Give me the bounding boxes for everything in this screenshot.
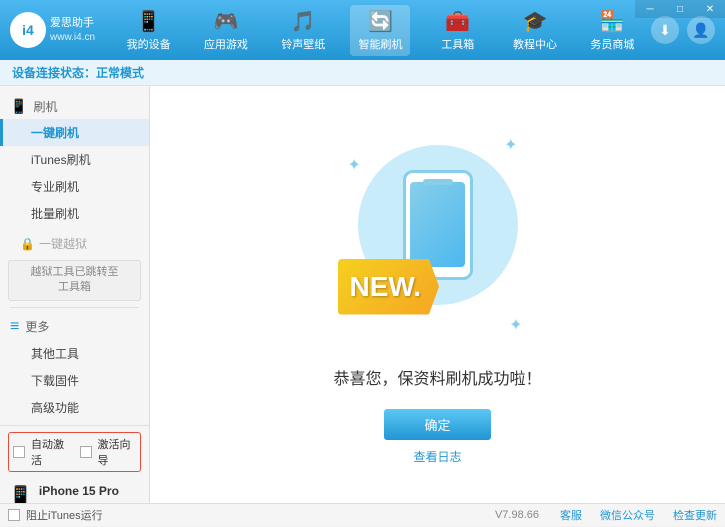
sparkle-1-icon: ✦: [504, 135, 517, 155]
nav-apps-icon: 🎮: [213, 9, 238, 34]
flash-section-icon: 📱: [10, 98, 27, 115]
window-controls: ─ □ ✕: [635, 0, 725, 18]
itunes-checkbox[interactable]: [8, 509, 20, 521]
status-bar: 设备连接状态：正常模式: [0, 60, 725, 86]
nav-business-icon: 🏪: [600, 9, 625, 34]
user-button[interactable]: 👤: [687, 16, 715, 44]
sidebar-item-other-tools[interactable]: 其他工具: [0, 340, 149, 367]
nav-toolbox[interactable]: 🧰 工具箱: [428, 5, 488, 56]
nav-my-device[interactable]: 📱 我的设备: [119, 5, 179, 56]
footer-link-service[interactable]: 客服: [560, 507, 582, 523]
itunes-label: 阻止iTunes运行: [26, 507, 103, 523]
sidebar: 📱 刷机 一键刷机 iTunes刷机 专业刷机 批量刷机 🔒 一键越狱: [0, 86, 150, 503]
device-info: 📱 iPhone 15 Pro Max 512GB iPhone: [8, 478, 141, 503]
nav-apps-games[interactable]: 🎮 应用游戏: [196, 5, 256, 56]
sidebar-item-one-key-flash[interactable]: 一键刷机: [0, 119, 149, 146]
device-details: iPhone 15 Pro Max 512GB iPhone: [39, 482, 141, 503]
device-name: iPhone 15 Pro Max: [39, 482, 141, 503]
close-button[interactable]: ✕: [695, 0, 725, 18]
sidebar-section-flash: 📱 刷机 一键刷机 iTunes刷机 专业刷机 批量刷机: [0, 94, 149, 227]
lock-icon: 🔒: [20, 237, 35, 251]
nav-business[interactable]: 🏪 务员商城: [582, 5, 642, 56]
download-button[interactable]: ⬇: [651, 16, 679, 44]
auto-activate-label: 自动激活: [31, 436, 70, 468]
version-label: V7.98.66: [495, 509, 539, 521]
logo-area: i4 爱思助手 www.i4.cn: [10, 12, 110, 48]
main-nav: 📱 我的设备 🎮 应用游戏 🎵 铃声壁纸 🔄 智能刷机 🧰 工具箱 🎓 教程中心…: [110, 5, 651, 56]
more-section-icon: ≡: [10, 318, 19, 336]
phone-notch: [423, 179, 453, 185]
logo-text: 爱思助手 www.i4.cn: [50, 16, 95, 43]
sidebar-header-jailbreak: 🔒 一键越狱: [0, 231, 149, 256]
sidebar-item-pro-flash[interactable]: 专业刷机: [0, 173, 149, 200]
main-layout: 📱 刷机 一键刷机 iTunes刷机 专业刷机 批量刷机 🔒 一键越狱: [0, 86, 725, 503]
footer-link-wechat[interactable]: 微信公众号: [600, 507, 655, 523]
nav-toolbox-icon: 🧰: [445, 9, 470, 34]
nav-device-icon: 📱: [136, 9, 161, 34]
nav-flash-icon: 🔄: [368, 9, 393, 34]
nav-ringtones[interactable]: 🎵 铃声壁纸: [273, 5, 333, 56]
device-phone-icon: 📱: [8, 484, 33, 503]
sidebar-item-advanced[interactable]: 高级功能: [0, 394, 149, 421]
nav-smart-flash[interactable]: 🔄 智能刷机: [350, 5, 410, 56]
auto-activate-row: 自动激活 激活向导: [8, 432, 141, 472]
footer-link-update[interactable]: 检查更新: [673, 507, 717, 523]
topbar: i4 爱思助手 www.i4.cn 📱 我的设备 🎮 应用游戏 🎵 铃声壁纸 🔄…: [0, 0, 725, 60]
minimize-button[interactable]: ─: [635, 0, 665, 18]
content-area: ✦ ✦ ✦ NEW. 恭喜您，保资料刷机成功啦！ 确定 查看日志: [150, 86, 725, 503]
top-right-buttons: ⬇ 👤: [651, 16, 715, 44]
success-message: 恭喜您，保资料刷机成功啦！: [333, 365, 541, 389]
sparkle-3-icon: ✦: [509, 315, 522, 335]
nav-tutorial[interactable]: 🎓 教程中心: [505, 5, 565, 56]
itunes-bar: 阻止iTunes运行 V7.98.66 客服 微信公众号 检查更新: [0, 503, 725, 526]
confirm-button[interactable]: 确定: [384, 409, 490, 440]
guide-checkbox[interactable]: [80, 446, 92, 458]
sidebar-header-flash[interactable]: 📱 刷机: [0, 94, 149, 119]
nav-ringtone-icon: 🎵: [291, 9, 316, 34]
phone-screen: [410, 182, 465, 267]
sidebar-item-download-firmware[interactable]: 下载固件: [0, 367, 149, 394]
view-log-link[interactable]: 查看日志: [413, 448, 461, 465]
maximize-button[interactable]: □: [665, 0, 695, 18]
auto-activate-checkbox[interactable]: [13, 446, 25, 458]
guide-label: 激活向导: [98, 436, 137, 468]
logo-icon: i4: [10, 12, 46, 48]
sidebar-item-batch-flash[interactable]: 批量刷机: [0, 200, 149, 227]
sidebar-header-more[interactable]: ≡ 更多: [0, 314, 149, 340]
sidebar-section-jailbreak: 🔒 一键越狱 越狱工具已跳转至工具箱: [0, 231, 149, 301]
device-panel: 自动激活 激活向导 📱 iPhone 15 Pro Max 512GB iPho…: [0, 425, 149, 503]
sparkle-2-icon: ✦: [348, 155, 361, 175]
new-banner: NEW.: [338, 259, 440, 315]
sidebar-section-more: ≡ 更多 其他工具 下载固件 高级功能: [0, 314, 149, 421]
new-label: NEW.: [350, 271, 422, 302]
sidebar-item-itunes-flash[interactable]: iTunes刷机: [0, 146, 149, 173]
jailbreak-notice: 越狱工具已跳转至工具箱: [8, 260, 141, 301]
sidebar-divider: [10, 307, 139, 308]
nav-tutorial-icon: 🎓: [523, 9, 548, 34]
success-illustration: ✦ ✦ ✦ NEW.: [338, 125, 538, 345]
